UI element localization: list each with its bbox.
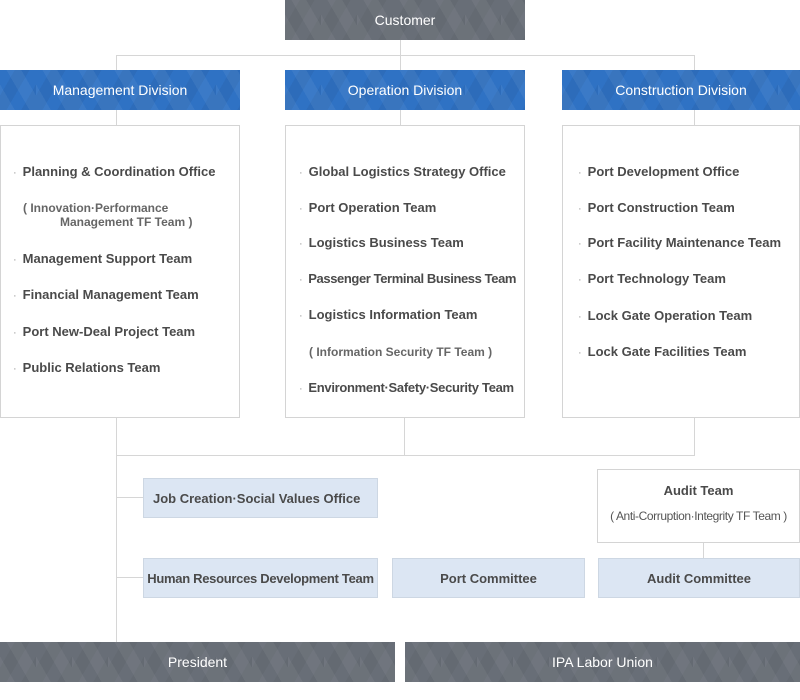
list-item: · Planning & Coordination Office [13, 164, 216, 179]
list-item: · Lock Gate Facilities Team [578, 344, 746, 359]
bullet: · [13, 290, 17, 302]
operation-division-label: Operation Division [347, 82, 463, 98]
labor-union-label: IPA Labor Union [552, 654, 653, 670]
bullet: · [578, 347, 582, 359]
item-label: Lock Gate Operation Team [587, 308, 753, 323]
list-item: · Port New-Deal Project Team [13, 324, 195, 339]
customer-label: Customer [374, 12, 436, 28]
sub-note-line-2: Management TF Team ) [60, 215, 193, 229]
item-label: Global Logistics Strategy Office [308, 164, 506, 179]
connector-construction-bottom [694, 418, 695, 455]
bullet: · [13, 254, 17, 266]
connector-audit-team-committee [703, 543, 704, 558]
connector-bottom-horizontal [116, 455, 695, 456]
connector-to-construction [694, 55, 695, 70]
hr-development-team-box: Human Resources Development Team [143, 558, 378, 598]
management-division-panel: · Planning & Coordination Office ( Innova… [0, 125, 240, 418]
bullet: · [299, 167, 303, 179]
construction-division-header: Construction Division [562, 70, 800, 110]
connector-to-job-creation [116, 497, 144, 498]
list-item: · Public Relations Team [13, 360, 160, 375]
list-item: · Lock Gate Operation Team [578, 308, 752, 323]
list-item: · Port Construction Team [578, 200, 735, 215]
list-item: · Port Development Office [578, 164, 739, 179]
port-committee-box: Port Committee [392, 558, 585, 598]
item-label: Port Operation Team [308, 200, 437, 215]
item-label: Planning & Coordination Office [22, 164, 216, 179]
sub-note: ( Innovation·Performance Management TF T… [23, 201, 192, 229]
port-committee-label: Port Committee [440, 570, 537, 586]
list-item: · Passenger Terminal Business Team [299, 271, 516, 286]
list-item: · Port Facility Maintenance Team [578, 235, 781, 250]
bullet: · [578, 203, 582, 215]
item-label: Port Facility Maintenance Team [587, 235, 782, 250]
list-item: · Port Technology Team [578, 271, 726, 286]
hr-development-team-label: Human Resources Development Team [147, 570, 374, 586]
job-creation-office-box: Job Creation·Social Values Office [143, 478, 378, 518]
audit-team-box: Audit Team ( Anti-Corruption·Integrity T… [597, 469, 800, 543]
item-label: Port Development Office [587, 164, 740, 179]
operation-division-panel: · Global Logistics Strategy Office · Port … [285, 125, 525, 418]
item-label: Public Relations Team [22, 360, 161, 375]
item-label: Lock Gate Facilities Team [587, 344, 747, 359]
bullet: · [299, 383, 303, 395]
bullet: · [13, 167, 17, 179]
management-division-label: Management Division [52, 82, 188, 98]
labor-union-node: IPA Labor Union [405, 642, 800, 682]
bullet: · [13, 363, 17, 375]
list-item: · Environment·Safety·Security Team [299, 380, 514, 395]
connector-to-management [116, 55, 117, 70]
sub-note-line-1: ( Information Security TF Team ) [309, 345, 493, 359]
connector-operation-header-panel [400, 110, 401, 125]
construction-division-label: Construction Division [615, 82, 747, 98]
item-label: Passenger Terminal Business Team [308, 271, 517, 286]
customer-node: Customer [285, 0, 525, 40]
connector-management-bottom [116, 418, 117, 642]
management-division-header: Management Division [0, 70, 240, 110]
item-label: Financial Management Team [22, 287, 199, 302]
bullet: · [299, 203, 303, 215]
bullet: · [299, 310, 303, 322]
president-label: President [167, 654, 228, 670]
list-item: · Financial Management Team [13, 287, 199, 302]
item-label: Logistics Business Team [308, 235, 464, 250]
connector-to-hr-development [116, 577, 144, 578]
construction-division-panel: · Port Development Office · Port Construct… [562, 125, 800, 418]
list-item: · Logistics Business Team [299, 235, 464, 250]
bullet: · [299, 238, 303, 250]
connector-top-horizontal [116, 55, 695, 56]
president-node: President [0, 642, 395, 682]
audit-committee-label: Audit Committee [647, 570, 751, 586]
operation-division-header: Operation Division [285, 70, 525, 110]
bullet: · [578, 167, 582, 179]
connector-operation-bottom [404, 418, 405, 455]
sub-note-line-1: ( Innovation·Performance [23, 201, 169, 215]
list-item: · Logistics Information Team [299, 307, 477, 322]
bullet: · [13, 327, 17, 339]
item-label: Port Construction Team [587, 200, 735, 215]
item-label: Port Technology Team [587, 271, 726, 286]
list-item: · Global Logistics Strategy Office [299, 164, 506, 179]
bullet: · [299, 274, 303, 286]
audit-committee-box: Audit Committee [598, 558, 800, 598]
connector-management-header-panel [116, 110, 117, 125]
connector-construction-header-panel [694, 110, 695, 125]
list-item: · Management Support Team [13, 251, 192, 266]
sub-note: ( Information Security TF Team ) [309, 345, 492, 359]
list-item: · Port Operation Team [299, 200, 436, 215]
bullet: · [578, 311, 582, 323]
job-creation-office-label: Job Creation·Social Values Office [153, 490, 361, 506]
audit-team-sub-label: ( Anti-Corruption·Integrity TF Team ) [610, 509, 787, 523]
item-label: Logistics Information Team [308, 307, 478, 322]
bullet: · [578, 274, 582, 286]
item-label: Management Support Team [22, 251, 193, 266]
audit-team-label: Audit Team [663, 483, 734, 498]
item-label: Environment·Safety·Security Team [308, 380, 514, 395]
bullet: · [578, 238, 582, 250]
item-label: Port New-Deal Project Team [22, 324, 196, 339]
